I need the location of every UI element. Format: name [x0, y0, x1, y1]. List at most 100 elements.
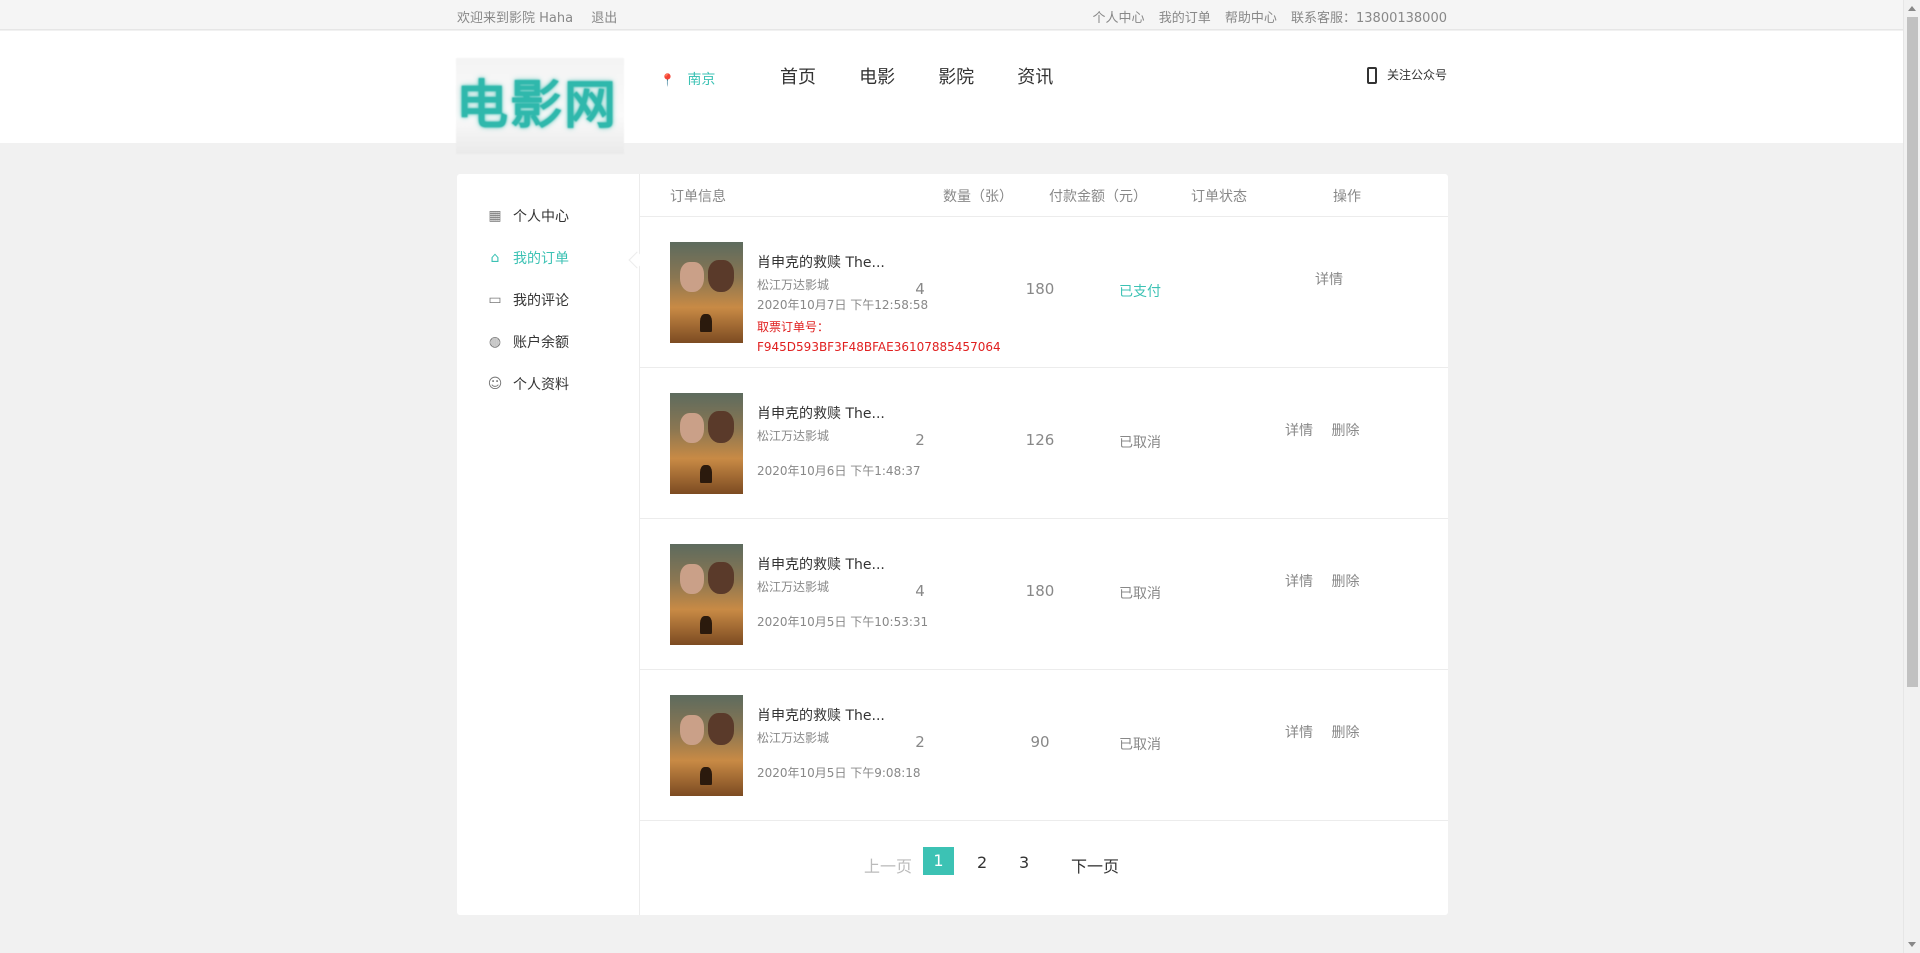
payment-amount: 90 — [1030, 733, 1050, 751]
top-bar-left: 欢迎来到影院 Haha 退出 — [457, 7, 631, 26]
comment-icon: ▭ — [488, 292, 502, 308]
scroll-up-arrow-icon[interactable] — [1908, 6, 1916, 11]
sidebar-item-label: 个人中心 — [513, 209, 569, 225]
sidebar-item-my-comments[interactable]: ▭ 我的评论 — [487, 290, 569, 310]
order-time: 2020年10月5日 下午9:08:18 — [757, 766, 921, 780]
ticket-quantity: 4 — [915, 280, 925, 298]
details-link[interactable]: 详情 — [1285, 574, 1313, 590]
table-row: 肖申克的救赎 The... 松江万达影城 2020年10月5日 下午9:08:1… — [640, 670, 1448, 821]
header: 电影网 📍 南京 首页 电影 影院 资讯 关注公众号 — [0, 31, 1903, 154]
cinema-name: 松江万达影城 — [757, 731, 830, 745]
order-status: 已取消 — [1119, 586, 1161, 602]
movie-title[interactable]: 肖申克的救赎 The... — [757, 705, 885, 725]
movie-poster[interactable] — [670, 242, 743, 343]
cinema-name: 松江万达影城 — [757, 429, 830, 443]
movie-poster[interactable] — [670, 695, 743, 796]
main-nav: 首页 电影 影院 资讯 — [780, 63, 1091, 89]
location-pin-icon: 📍 — [660, 73, 675, 87]
ticket-quantity: 4 — [915, 582, 925, 600]
table-row: 肖申克的救赎 The... 松江万达影城 2020年10月5日 下午10:53:… — [640, 519, 1448, 670]
next-page-button[interactable]: 下一页 — [1071, 853, 1119, 877]
sidebar-item-label: 我的评论 — [513, 293, 569, 309]
movie-poster[interactable] — [670, 544, 743, 645]
row-actions: 详情 删除 — [1285, 571, 1373, 591]
order-time: 2020年10月7日 下午12:58:58 — [757, 298, 929, 312]
delete-link[interactable]: 删除 — [1331, 423, 1359, 439]
movie-title[interactable]: 肖申克的救赎 The... — [757, 252, 885, 272]
follow-wechat-button[interactable]: 关注公众号 — [1367, 66, 1447, 84]
nav-home[interactable]: 首页 — [780, 63, 816, 89]
delete-link[interactable]: 删除 — [1331, 574, 1359, 590]
sidebar-item-my-orders[interactable]: ⌂ 我的订单 — [487, 248, 569, 268]
payment-amount: 180 — [1025, 582, 1055, 600]
ticket-quantity: 2 — [915, 733, 925, 751]
logout-link[interactable]: 退出 — [591, 11, 617, 26]
wallet-icon: ◍ — [488, 334, 502, 350]
nav-movies[interactable]: 电影 — [859, 63, 895, 89]
header-quantity: 数量（张） — [943, 189, 1013, 205]
nav-cinemas[interactable]: 影院 — [938, 63, 974, 89]
sidebar-item-profile[interactable]: ☺ 个人资料 — [487, 374, 569, 394]
order-time: 2020年10月6日 下午1:48:37 — [757, 464, 921, 478]
header-actions: 操作 — [1333, 189, 1361, 205]
movie-title[interactable]: 肖申克的救赎 The... — [757, 554, 885, 574]
sidebar-item-personal-center[interactable]: ▦ 个人中心 — [487, 206, 569, 226]
page-button-2[interactable]: 2 — [977, 853, 987, 872]
payment-amount: 126 — [1025, 431, 1055, 449]
page-button-1[interactable]: 1 — [923, 847, 954, 875]
nav-news[interactable]: 资讯 — [1017, 63, 1053, 89]
city-label: 南京 — [687, 72, 716, 88]
table-row: 肖申克的救赎 The... 松江万达影城 2020年10月6日 下午1:48:3… — [640, 368, 1448, 519]
help-center-link[interactable]: 帮助中心 — [1225, 11, 1277, 26]
user-icon: ☺ — [487, 376, 503, 392]
order-time: 2020年10月5日 下午10:53:31 — [757, 615, 929, 629]
scroll-down-arrow-icon[interactable] — [1908, 942, 1916, 947]
site-logo[interactable]: 电影网 — [456, 58, 624, 154]
grid-icon: ▦ — [488, 208, 502, 224]
personal-center-link[interactable]: 个人中心 — [1093, 11, 1145, 26]
page-button-3[interactable]: 3 — [1019, 853, 1029, 872]
ticket-code: F945D593BF3F48BFAE36107885457064 — [757, 340, 1001, 354]
phone-icon — [1367, 67, 1378, 84]
delete-link[interactable]: 删除 — [1331, 725, 1359, 741]
follow-label: 关注公众号 — [1386, 68, 1447, 82]
sidebar-item-label: 账户余额 — [513, 335, 569, 351]
pagination: 上一页 1 2 3 下一页 — [640, 844, 1448, 884]
details-link[interactable]: 详情 — [1315, 272, 1343, 288]
row-actions: 详情 删除 — [1285, 722, 1373, 742]
sidebar: ▦ 个人中心 ⌂ 我的订单 ▭ 我的评论 ◍ 账户余额 ☺ 个人资料 — [457, 174, 640, 915]
cinema-name: 松江万达影城 — [757, 278, 830, 292]
order-status: 已取消 — [1119, 435, 1161, 451]
ticket-code-label: 取票订单号： — [757, 320, 830, 334]
payment-amount: 180 — [1025, 280, 1055, 298]
top-bar: 欢迎来到影院 Haha 退出 个人中心 我的订单 帮助中心 联系客服：13800… — [0, 0, 1903, 30]
my-orders-link[interactable]: 我的订单 — [1159, 11, 1211, 26]
table-row: 肖申克的救赎 The... 松江万达影城 2020年10月7日 下午12:58:… — [640, 217, 1448, 368]
welcome-text: 欢迎来到影院 Haha — [457, 11, 574, 26]
order-status: 已支付 — [1119, 284, 1161, 300]
details-link[interactable]: 详情 — [1285, 725, 1313, 741]
row-actions: 详情 — [1315, 269, 1357, 289]
header-amount: 付款金额（元） — [1049, 189, 1147, 205]
customer-service-text: 联系客服：13800138000 — [1291, 11, 1447, 26]
prev-page-button[interactable]: 上一页 — [864, 853, 912, 877]
cinema-name: 松江万达影城 — [757, 580, 830, 594]
sidebar-item-label: 我的订单 — [513, 251, 569, 267]
header-order-info: 订单信息 — [670, 189, 726, 205]
bag-icon: ⌂ — [490, 250, 500, 266]
row-actions: 详情 删除 — [1285, 420, 1373, 440]
top-bar-right: 个人中心 我的订单 帮助中心 联系客服：13800138000 — [1083, 7, 1447, 26]
movie-title[interactable]: 肖申克的救赎 The... — [757, 403, 885, 423]
scroll-thumb[interactable] — [1907, 17, 1918, 687]
sidebar-item-label: 个人资料 — [513, 377, 569, 393]
orders-table-header: 订单信息 数量（张） 付款金额（元） 订单状态 操作 — [640, 174, 1448, 217]
movie-poster[interactable] — [670, 393, 743, 494]
orders-card: ▦ 个人中心 ⌂ 我的订单 ▭ 我的评论 ◍ 账户余额 ☺ 个人资料 订单信息 … — [457, 174, 1448, 915]
ticket-quantity: 2 — [915, 431, 925, 449]
vertical-scrollbar[interactable] — [1903, 0, 1920, 953]
header-status: 订单状态 — [1191, 189, 1247, 205]
order-status: 已取消 — [1119, 737, 1161, 753]
sidebar-item-balance[interactable]: ◍ 账户余额 — [487, 332, 569, 352]
city-selector[interactable]: 📍 南京 — [660, 69, 715, 89]
details-link[interactable]: 详情 — [1285, 423, 1313, 439]
